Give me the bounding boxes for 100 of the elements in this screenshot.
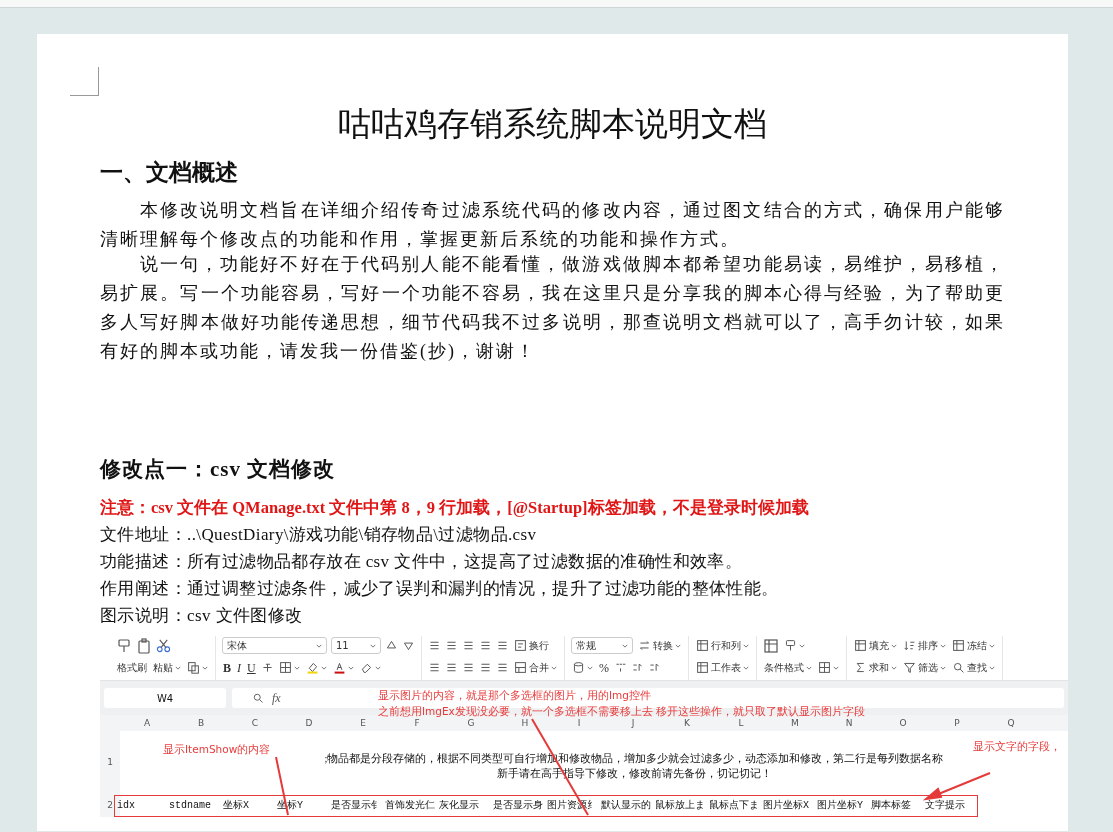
- caret-icon: [891, 664, 897, 671]
- decimal-icon[interactable]: [631, 661, 644, 674]
- caret-icon: [743, 642, 749, 649]
- copy-icon: [187, 661, 200, 674]
- search-icon[interactable]: [252, 692, 264, 704]
- table-cell-text: 图片坐标X: [762, 798, 810, 813]
- caret-icon: [940, 642, 946, 649]
- table-icon: [854, 639, 867, 652]
- annotation-text: 显示文字的字段，: [973, 739, 1061, 753]
- ribbon-button[interactable]: 筛选: [902, 661, 947, 674]
- ribbon-button[interactable]: 行和列: [695, 639, 750, 652]
- align-icon[interactable]: [496, 661, 509, 674]
- dropdown-button[interactable]: [817, 661, 840, 674]
- paintbrush-icon: [784, 639, 797, 652]
- ribbon-button[interactable]: 格式刷: [116, 662, 148, 673]
- dropdown-button[interactable]: [783, 639, 806, 652]
- table-icon: [952, 639, 965, 652]
- paintbrush-icon[interactable]: [116, 637, 132, 654]
- font-color-icon: [332, 661, 346, 674]
- font-size-select[interactable]: 11: [331, 637, 381, 654]
- ribbon-button[interactable]: 冻结: [951, 639, 996, 652]
- strikethrough-icon[interactable]: [260, 661, 274, 674]
- decimal-icon[interactable]: [648, 661, 661, 674]
- caret-icon: [833, 664, 839, 671]
- ribbon-button[interactable]: 条件格式: [763, 662, 813, 673]
- table-icon: [696, 639, 709, 652]
- table-cell-text: 鼠标放上ま: [654, 799, 706, 813]
- scissors-icon[interactable]: [156, 638, 171, 653]
- filter-icon: [903, 661, 916, 674]
- merge-icon: [514, 661, 527, 674]
- ribbon-button[interactable]: 排序: [902, 639, 947, 652]
- column-header[interactable]: Q: [984, 715, 1038, 731]
- paragraph: 说一句，功能好不好在于代码别人能不能看懂，做游戏做脚本都希望功能易读，易维护，易移植，易扩展。写一个功能容易，写好一个功能不容易，我在这里只是分享我的脚本心得与经验，为了帮助更多人写好脚本做好功能传递思想，细节代码我不过多说明，那查说明文档就可以了，高手勿计较，如果有好的脚本或功能，请发我一份借鉴(抄)，谢谢！: [100, 253, 1005, 363]
- dropdown-button[interactable]: [277, 661, 301, 674]
- eraser-icon: [359, 661, 373, 674]
- fill-color-icon: [305, 661, 319, 674]
- text-line: 图示说明：csv 文件图修改: [100, 605, 304, 627]
- caret-icon: [799, 642, 805, 649]
- align-icon[interactable]: [445, 639, 458, 652]
- triangle-up-icon[interactable]: [385, 639, 398, 652]
- triangle-down-icon[interactable]: [402, 639, 415, 652]
- align-icon[interactable]: [462, 639, 475, 652]
- dropdown-button[interactable]: [571, 661, 594, 674]
- ribbon-button[interactable]: 工作表: [695, 661, 750, 674]
- caret-icon: [347, 664, 354, 671]
- format-button[interactable]: U: [246, 661, 257, 674]
- border-icon: [818, 661, 831, 674]
- table-icon: [696, 661, 709, 674]
- caret-icon: [806, 664, 812, 671]
- caret-icon: [622, 642, 628, 649]
- font-name-select[interactable]: 宋体: [222, 637, 327, 654]
- thousands-icon[interactable]: [614, 661, 627, 674]
- text-line: 功能描述：所有过滤物品都存放在 csv 文件中，这提高了过滤数据的准确性和效率。: [100, 551, 744, 573]
- number-format-select[interactable]: 常规: [571, 637, 633, 654]
- column-header[interactable]: C: [228, 715, 282, 731]
- section-heading: 一、文档概述: [100, 158, 239, 187]
- align-icon[interactable]: [428, 661, 441, 674]
- caret-icon: [316, 642, 322, 649]
- ribbon-button[interactable]: 合并: [513, 661, 558, 674]
- format-button[interactable]: %: [598, 661, 610, 674]
- ribbon-button[interactable]: 粘贴: [152, 662, 182, 673]
- sort-icon: [903, 639, 916, 652]
- align-icon[interactable]: [462, 661, 475, 674]
- align-icon[interactable]: [496, 639, 509, 652]
- ribbon-button[interactable]: 转换: [637, 639, 682, 652]
- format-button[interactable]: I: [236, 661, 242, 674]
- dropdown-button[interactable]: [186, 661, 209, 674]
- align-icon[interactable]: [445, 661, 458, 674]
- column-header[interactable]: O: [876, 715, 930, 731]
- align-icon[interactable]: [428, 639, 441, 652]
- table-cell-text: 坐标X: [222, 799, 250, 813]
- caret-icon: [370, 642, 376, 649]
- column-header[interactable]: A: [120, 715, 174, 731]
- text-line: 文件地址：..\QuestDiary\游戏功能\销存物品\过滤物品.csv: [100, 524, 538, 546]
- name-box[interactable]: W4: [104, 688, 226, 708]
- format-button[interactable]: B: [222, 661, 232, 674]
- table-cell-text: 首饰发光仁: [384, 799, 436, 813]
- ribbon-button[interactable]: 换行: [513, 639, 550, 652]
- annotation-text: 显示图片的内容，就是那个多选框的图片，用的Img控件: [378, 688, 651, 702]
- notice-text: 注意：csv 文件在 QManage.txt 文件中第 8，9 行加载，[@Startup]标签加载，不是登录时候加载: [100, 497, 810, 519]
- table-cell-text: 图片坐标Y: [816, 798, 864, 813]
- ribbon-button[interactable]: 查找: [951, 661, 996, 674]
- align-icon[interactable]: [479, 639, 492, 652]
- database-icon: [572, 661, 585, 674]
- ribbon-button[interactable]: 求和: [853, 661, 898, 674]
- column-header[interactable]: D: [282, 715, 336, 731]
- row-number[interactable]: 1: [100, 731, 120, 795]
- caret-icon: [675, 642, 681, 649]
- caret-icon: [320, 664, 327, 671]
- wrap-text-icon: [514, 639, 527, 652]
- table-cell-text: 脚本标签: [870, 799, 912, 813]
- clipboard-icon[interactable]: [136, 637, 152, 654]
- align-icon[interactable]: [479, 661, 492, 674]
- border-icon: [278, 661, 292, 674]
- column-header[interactable]: B: [174, 715, 228, 731]
- table-icon[interactable]: [763, 637, 779, 654]
- table-cell-text: stdname: [168, 799, 212, 813]
- paragraph: 本修改说明文档旨在详细介绍传奇过滤系统代码的修改内容，通过图文结合的方式，确保用户能够清晰理解每个修改点的功能和作用，掌握更新后系统的功能和操作方式。: [100, 199, 1005, 251]
- ribbon-button[interactable]: 填充: [853, 639, 898, 652]
- column-header[interactable]: P: [930, 715, 984, 731]
